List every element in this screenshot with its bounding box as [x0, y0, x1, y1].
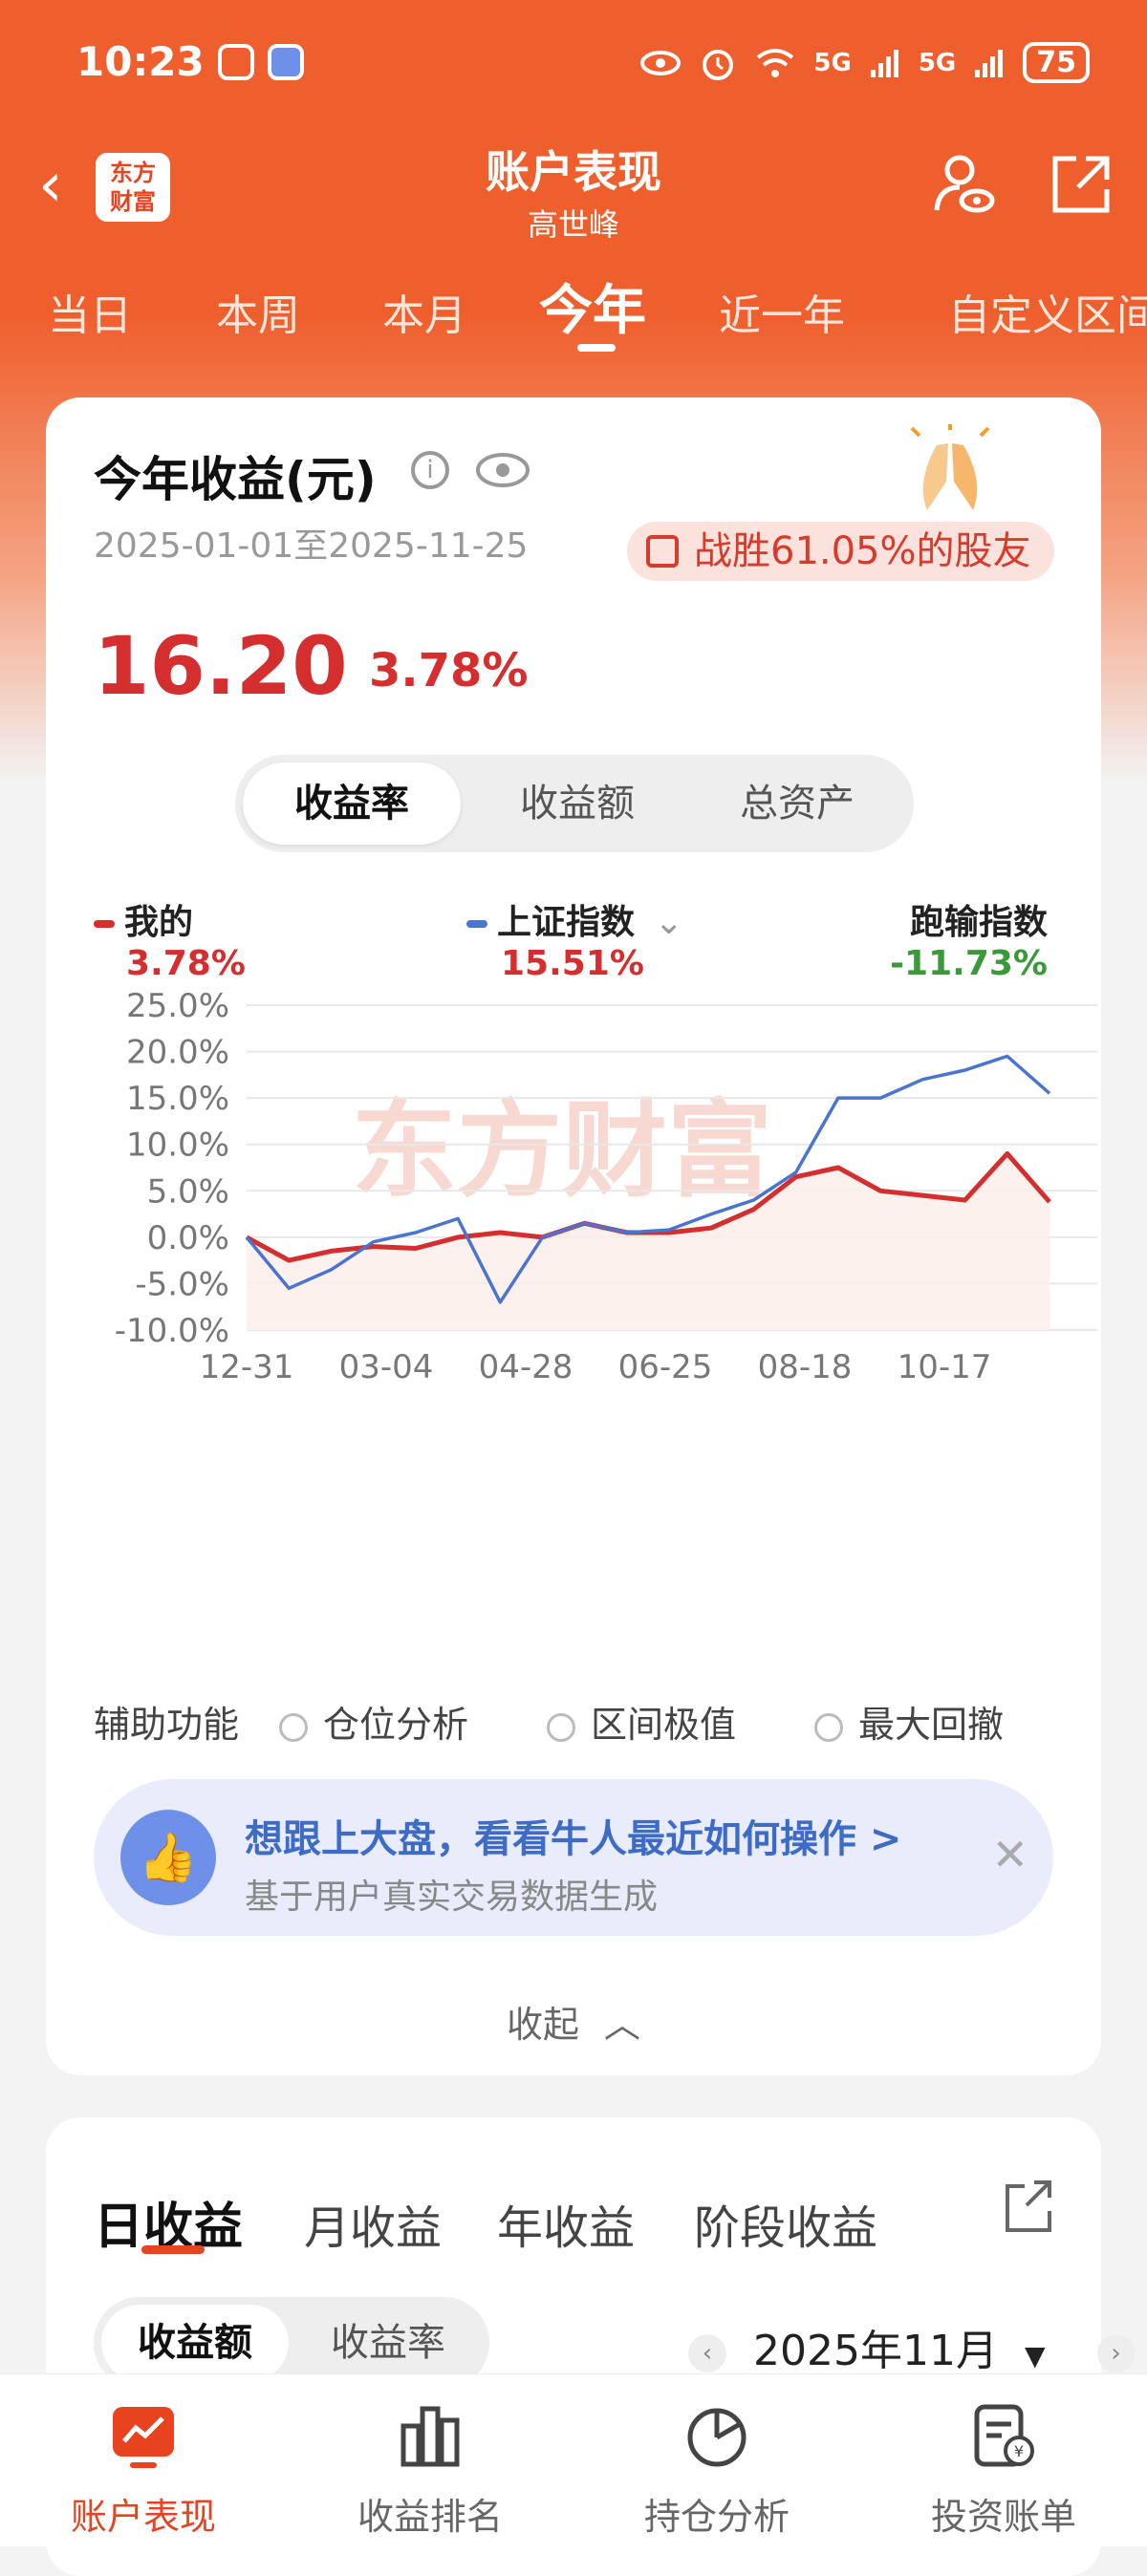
next-month-icon[interactable]: ›	[1097, 2334, 1136, 2372]
tabbar-investment-bill[interactable]: ¥ 投资账单	[860, 2374, 1147, 2546]
legend-diff: 跑输指数	[910, 894, 1048, 944]
tab-month[interactable]: 本月	[382, 281, 466, 342]
collapse-button[interactable]: 收起 ︿	[46, 1995, 1101, 2048]
y-tick-label: -5.0%	[135, 1265, 229, 1303]
chart-watermark: 东方财富	[352, 1089, 772, 1212]
summary-card: 今年收益(元) i 2025-01-01至2025-11-25 战胜61.05%…	[46, 397, 1101, 2075]
tab-stage-earnings[interactable]: 阶段收益	[694, 2190, 877, 2257]
toggle-rate[interactable]: 收益率	[294, 2305, 482, 2381]
thumbs-up-icon: 👍	[120, 1810, 216, 1905]
chevron-down-icon: ⌄	[655, 903, 683, 942]
legend-diff-value: -11.73%	[890, 944, 1048, 983]
legend-mine-swatch	[94, 920, 115, 928]
y-tick-label: 20.0%	[126, 1034, 229, 1072]
profit-amount: 16.20	[94, 619, 348, 713]
chevron-up-icon: ︿	[604, 2004, 640, 2046]
tab-indicator	[577, 344, 616, 352]
x-tick-label: 03-04	[339, 1348, 434, 1386]
legend-mine-value: 3.78%	[126, 944, 246, 983]
y-tick-label: 15.0%	[126, 1080, 229, 1118]
x-tick-label: 04-28	[479, 1348, 574, 1386]
tab-monthly-earnings[interactable]: 月收益	[304, 2190, 442, 2257]
tab-custom-range[interactable]: 自定义区间	[948, 281, 1147, 342]
month-picker[interactable]: ‹ 2025年11月 ▼ ›	[688, 2316, 1136, 2377]
wifi-icon	[754, 46, 796, 80]
prev-month-icon[interactable]: ‹	[688, 2334, 726, 2372]
x-tick-label: 12-31	[200, 1348, 294, 1386]
chart-type-toggle: 收益率 收益额 总资产	[235, 755, 914, 852]
eye-icon	[639, 49, 682, 77]
share-square-icon	[646, 535, 679, 568]
y-tick-label: 5.0%	[147, 1172, 229, 1211]
hand-icon	[218, 44, 254, 80]
performance-chart-icon	[111, 2401, 176, 2470]
clap-hands-icon	[898, 424, 1002, 516]
caret-down-icon: ▼	[1025, 2340, 1046, 2372]
network-5g-1: 5G	[813, 49, 851, 77]
info-icon[interactable]: i	[411, 451, 449, 489]
tab-last-year[interactable]: 近一年	[719, 281, 845, 342]
svg-text:¥: ¥	[1014, 2442, 1024, 2460]
share-icon[interactable]	[1002, 2177, 1055, 2236]
legend-index-value: 15.51%	[501, 944, 644, 983]
return-chart[interactable]: 东方财富 25.0% 20.0% 15.0% 10.0% 5.0% 0.0% -5.0% -10…	[46, 986, 1101, 1483]
app-notify-icon	[268, 44, 304, 80]
tab-week[interactable]: 本周	[216, 281, 300, 342]
tab-total-assets[interactable]: 总资产	[688, 762, 906, 845]
period-tabs: 当日 本周 本月 今年 近一年 自定义区间	[0, 268, 1147, 354]
radio-icon	[814, 1713, 843, 1742]
status-bar: 10:23 5G 5G 75	[76, 38, 1090, 96]
x-tick-label: 06-25	[618, 1348, 713, 1386]
legend-mine: 我的	[94, 894, 193, 944]
y-tick-label: -10.0%	[115, 1312, 229, 1350]
user-eye-icon[interactable]	[931, 151, 998, 218]
beat-peers-badge[interactable]: 战胜61.05%的股友	[627, 522, 1054, 581]
tabbar-earnings-ranking[interactable]: 收益排名	[287, 2374, 574, 2546]
x-tick-label: 10-17	[898, 1348, 992, 1386]
profit-percent: 3.78%	[369, 644, 529, 698]
bottom-tab-bar: 账户表现 收益排名 持仓分析 ¥ 投资账单	[0, 2373, 1147, 2546]
tab-return-amount[interactable]: 收益额	[468, 762, 686, 845]
bar-chart-icon	[398, 2401, 463, 2470]
tab-indicator	[141, 2245, 205, 2254]
alarm-icon	[699, 44, 737, 82]
tabbar-holding-analysis[interactable]: 持仓分析	[574, 2374, 860, 2546]
summary-title: 今年收益(元)	[94, 441, 377, 510]
nav-bar: ‹ 东方财富 账户表现 高世峰	[0, 134, 1147, 239]
pie-chart-icon	[684, 2401, 749, 2470]
promo-title[interactable]: 想跟上大盘，看看牛人最近如何操作 >	[245, 1808, 901, 1863]
radio-icon	[279, 1713, 308, 1742]
close-icon[interactable]: ✕	[991, 1829, 1028, 1880]
promo-subtitle: 基于用户真实交易数据生成	[245, 1869, 658, 1919]
visibility-eye-icon[interactable]	[474, 449, 531, 491]
aux-label: 辅助功能	[94, 1695, 239, 1748]
tab-yearly-earnings[interactable]: 年收益	[497, 2190, 635, 2257]
aux-max-drawdown[interactable]: 最大回撤	[814, 1695, 1004, 1748]
y-tick-label: 25.0%	[126, 987, 229, 1025]
tab-year[interactable]: 今年	[539, 268, 646, 345]
battery-indicator: 75	[1023, 42, 1090, 83]
network-5g-2: 5G	[919, 49, 956, 77]
signal-icon	[869, 47, 901, 79]
promo-banner[interactable]: 👍 想跟上大盘，看看牛人最近如何操作 > 基于用户真实交易数据生成 ✕	[94, 1779, 1053, 1936]
tabbar-account-performance[interactable]: 账户表现	[0, 2374, 287, 2546]
radio-icon	[547, 1713, 575, 1742]
x-tick-label: 08-18	[758, 1348, 853, 1386]
share-icon[interactable]	[1048, 151, 1115, 218]
date-range: 2025-01-01至2025-11-25	[94, 518, 528, 568]
status-time: 10:23	[76, 38, 205, 85]
signal-icon-2	[973, 47, 1006, 79]
y-tick-label: 10.0%	[126, 1127, 229, 1165]
aux-position-analysis[interactable]: 仓位分析	[279, 1695, 468, 1748]
tab-today[interactable]: 当日	[48, 281, 132, 342]
aux-range-extreme[interactable]: 区间极值	[547, 1695, 736, 1748]
toggle-amount[interactable]: 收益额	[101, 2305, 289, 2381]
tab-return-rate[interactable]: 收益率	[243, 762, 461, 845]
y-tick-label: 0.0%	[147, 1219, 229, 1257]
legend-index[interactable]: 上证指数 ⌄	[466, 894, 683, 944]
legend-index-swatch	[466, 920, 487, 928]
bill-icon: ¥	[971, 2401, 1036, 2470]
